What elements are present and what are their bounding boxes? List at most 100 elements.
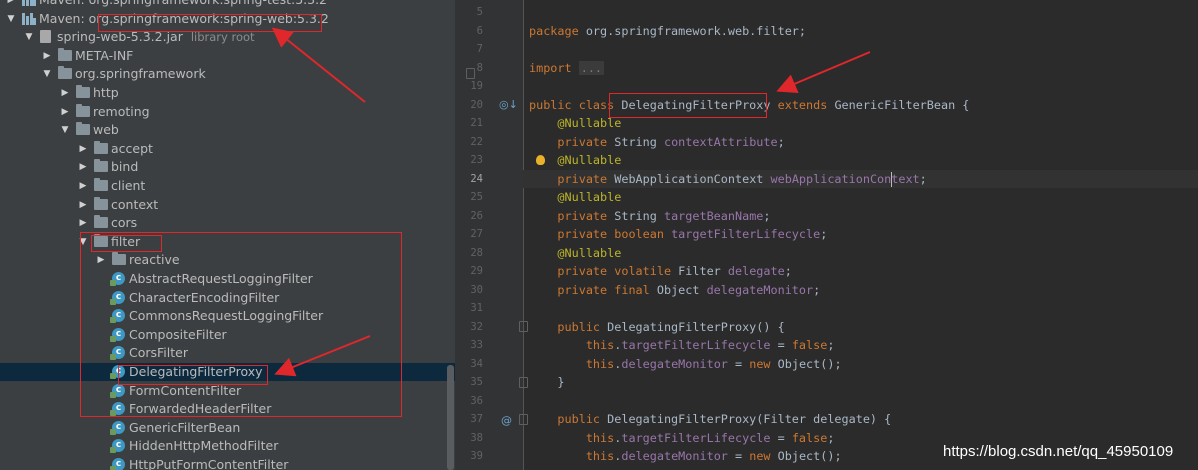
- tree-class-item[interactable]: c CharacterEncodingFilter: [0, 289, 455, 307]
- code-field: targetFilterLifecycle: [621, 430, 771, 445]
- tree-node-label: CorsFilter: [129, 345, 188, 361]
- line-number: 25: [470, 191, 483, 203]
- code-keyword: new: [749, 356, 778, 371]
- tree-node-label: GenericFilterBean: [129, 419, 241, 435]
- code-line[interactable]: import ...: [529, 59, 605, 77]
- tree-node[interactable]: ▼ spring-web-5.3.2.jar library root: [0, 28, 455, 46]
- tree-class-item[interactable]: c HttpPutFormContentFilter: [0, 456, 455, 470]
- collapsed-arrow-icon[interactable]: ▶: [60, 103, 70, 121]
- code-keyword: false: [791, 430, 828, 445]
- tree-class-item[interactable]: c AbstractRequestLoggingFilter: [0, 270, 455, 288]
- code-text: DelegatingFilterProxy() {: [607, 319, 785, 334]
- tree-node[interactable]: ▶ context: [0, 196, 455, 214]
- code-line[interactable]: private final Object delegateMonitor;: [529, 281, 820, 299]
- fold-marker-icon[interactable]: [466, 68, 475, 79]
- expanded-arrow-icon[interactable]: ▼: [60, 121, 70, 139]
- tree-class-item[interactable]: c DelegatingFilterProxy: [0, 363, 455, 381]
- code-line[interactable]: @Nullable: [529, 188, 621, 206]
- collapsed-arrow-icon[interactable]: ▶: [96, 251, 106, 269]
- implements-marker-icon[interactable]: @: [501, 414, 512, 427]
- java-class-icon: c: [110, 365, 125, 379]
- code-text: ;: [827, 430, 835, 445]
- folded-code-marker[interactable]: ...: [578, 60, 605, 75]
- code-line[interactable]: this.targetFilterLifecycle = false;: [529, 336, 835, 354]
- tree-node[interactable]: ▶ reactive: [0, 251, 455, 269]
- code-line[interactable]: private WebApplicationContext webApplica…: [529, 170, 927, 188]
- collapsed-arrow-icon[interactable]: ▶: [6, 0, 16, 9]
- tree-node[interactable]: ▶ http: [0, 84, 455, 102]
- code-text: String: [614, 208, 664, 223]
- code-line[interactable]: private volatile Filter delegate;: [529, 262, 791, 280]
- package-folder-icon: [94, 178, 108, 191]
- code-editor[interactable]: 5 6 package org.springframework.web.filter…: [455, 0, 1198, 470]
- collapsed-arrow-icon[interactable]: ▶: [78, 214, 88, 232]
- tree-class-item[interactable]: c HiddenHttpMethodFilter: [0, 437, 455, 455]
- expanded-arrow-icon[interactable]: ▼: [6, 10, 16, 28]
- tree-node-label: client: [111, 178, 146, 193]
- tree-class-item[interactable]: c CorsFilter: [0, 344, 455, 362]
- collapsed-arrow-icon[interactable]: ▶: [60, 84, 70, 102]
- tree-node[interactable]: ▼ web: [0, 121, 455, 139]
- fold-marker-icon[interactable]: [519, 377, 528, 388]
- collapsed-arrow-icon[interactable]: ▶: [42, 47, 52, 65]
- tree-class-item[interactable]: c CompositeFilter: [0, 326, 455, 344]
- java-class-icon: c: [110, 327, 125, 342]
- collapsed-arrow-icon[interactable]: ▶: [78, 140, 88, 158]
- code-line[interactable]: private boolean targetFilterLifecycle;: [529, 225, 827, 243]
- code-line[interactable]: public class DelegatingFilterProxy exten…: [529, 96, 969, 114]
- code-line[interactable]: this.targetFilterLifecycle = false;: [529, 429, 835, 447]
- line-number: 20: [470, 98, 483, 111]
- tree-node[interactable]: ▶ Maven: org.springframework:spring-test:…: [0, 0, 455, 9]
- tree-class-item[interactable]: c FormContentFilter: [0, 382, 455, 400]
- code-line[interactable]: private String targetBeanName;: [529, 207, 770, 225]
- package-folder-icon: [112, 252, 126, 266]
- expanded-arrow-icon[interactable]: ▼: [78, 233, 88, 251]
- line-number: 29: [470, 265, 483, 277]
- fold-marker-icon[interactable]: [519, 321, 528, 332]
- tree-class-item[interactable]: c GenericFilterBean: [0, 419, 455, 437]
- code-field: targetFilterLifecycle: [621, 338, 771, 352]
- code-keyword: extends: [777, 97, 835, 112]
- override-marker-icon[interactable]: ◎↓: [499, 98, 518, 111]
- code-annotation: @Nullable: [557, 190, 622, 204]
- code-line[interactable]: }: [529, 373, 564, 391]
- code-line[interactable]: @Nullable: [529, 244, 621, 262]
- expanded-arrow-icon[interactable]: ▼: [24, 28, 34, 46]
- collapsed-arrow-icon[interactable]: ▶: [78, 158, 88, 176]
- code-text: ;: [919, 171, 927, 186]
- tree-class-item[interactable]: c CommonsRequestLoggingFilter: [0, 307, 455, 325]
- code-text: Object();: [777, 449, 842, 463]
- tree-node[interactable]: ▶ cors: [0, 214, 455, 232]
- tree-node[interactable]: ▶ client: [0, 177, 455, 195]
- line-number: 32: [470, 320, 483, 333]
- tree-node-label: FormContentFilter: [129, 382, 242, 398]
- code-line[interactable]: this.delegateMonitor = new Object();: [529, 447, 842, 465]
- tree-node[interactable]: ▼ org.springframework: [0, 65, 455, 83]
- collapsed-arrow-icon[interactable]: ▶: [78, 177, 88, 195]
- tree-node[interactable]: ▶ remoting: [0, 103, 455, 121]
- tree-node-label: META-INF: [75, 47, 134, 63]
- code-keyword: private volatile: [557, 264, 679, 278]
- tree-class-item[interactable]: c ForwardedHeaderFilter: [0, 400, 455, 418]
- tree-scrollbar[interactable]: [447, 365, 454, 470]
- expanded-arrow-icon[interactable]: ▼: [42, 65, 52, 83]
- tree-node[interactable]: ▶ accept: [0, 140, 455, 158]
- code-line[interactable]: package org.springframework.web.filter;: [529, 22, 806, 40]
- code-keyword: new: [749, 449, 778, 463]
- tree-node[interactable]: ▶ bind: [0, 158, 455, 176]
- tree-node[interactable]: ▼ filter: [0, 233, 455, 251]
- line-number: 24: [470, 172, 483, 185]
- intention-bulb-icon[interactable]: [536, 155, 545, 165]
- code-annotation: @Nullable: [557, 116, 622, 130]
- line-number: 26: [470, 209, 483, 222]
- code-line[interactable]: @Nullable: [529, 114, 621, 132]
- collapsed-arrow-icon[interactable]: ▶: [78, 196, 88, 214]
- code-line[interactable]: private String contextAttribute;: [529, 133, 784, 151]
- code-line[interactable]: this.delegateMonitor = new Object();: [529, 355, 842, 373]
- tree-node[interactable]: ▶ META-INF: [0, 47, 455, 65]
- code-line[interactable]: public DelegatingFilterProxy() {: [529, 318, 785, 336]
- tree-node[interactable]: ▼ Maven: org.springframework:spring-web:5…: [0, 10, 455, 28]
- code-line[interactable]: public DelegatingFilterProxy(Filter dele…: [529, 410, 891, 428]
- fold-marker-icon[interactable]: [519, 414, 528, 425]
